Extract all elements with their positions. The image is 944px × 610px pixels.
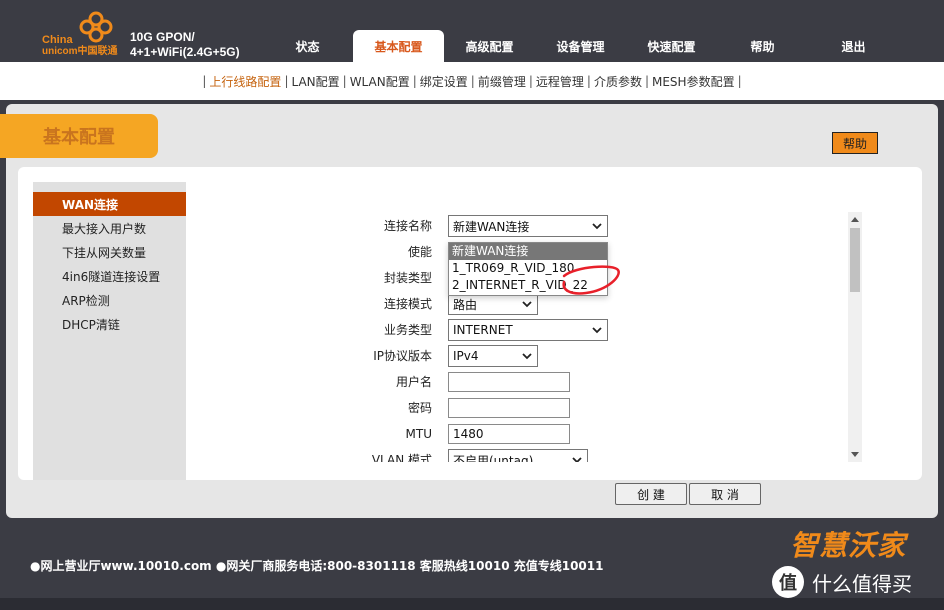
connection-name-dropdown-list: 新建WAN连接 1_TR069_R_VID_180 2_INTERNET_R_V… [448, 242, 608, 296]
service-type-select[interactable]: INTERNET [448, 319, 608, 341]
username-input[interactable] [448, 372, 570, 392]
bottom-strip [0, 598, 944, 610]
menu-4in6-tunnel[interactable]: 4in6隧道连接设置 [33, 264, 186, 288]
row-ip-version: IP协议版本 IPv4 [190, 345, 846, 367]
chevron-down-icon [572, 457, 582, 462]
nav-basic-config[interactable]: 基本配置 [353, 30, 444, 62]
mtu-input[interactable]: 1480 [448, 424, 570, 444]
device-model: 10G GPON/ 4+1+WiFi(2.4G+5G) [130, 30, 240, 60]
section-title: 基本配置 [0, 114, 158, 158]
scroll-thumb[interactable] [850, 228, 860, 292]
chevron-down-icon [592, 327, 602, 334]
china-unicom-logo: China unicom中国联通 [40, 8, 126, 58]
header: China unicom中国联通 10G GPON/ 4+1+WiFi(2.4G… [0, 0, 944, 62]
row-mtu: MTU 1480 [190, 423, 846, 445]
watermark-smart-home: 智慧沃家 [790, 529, 907, 562]
brand-name: unicom中国联通 [42, 46, 118, 57]
label-enable: 使能 [407, 245, 432, 259]
nav-advanced-config[interactable]: 高级配置 [444, 30, 535, 62]
subnav-mesh-params[interactable]: MESH参数配置 [652, 73, 735, 90]
dropdown-option-tr069[interactable]: 1_TR069_R_VID_180 [449, 260, 607, 277]
nav-help[interactable]: 帮助 [717, 30, 808, 62]
footer-info: ●网上营业厅www.10010.com ●网关厂商服务电话:800-830111… [30, 559, 604, 573]
scroll-up-arrow-icon[interactable] [848, 212, 862, 226]
vlan-mode-value: 不启用(untag) [453, 453, 534, 463]
chevron-down-icon [592, 223, 602, 230]
subnav-prefix-management[interactable]: 前缀管理 [478, 73, 526, 90]
unicom-knot-icon [79, 11, 113, 43]
create-button[interactable]: 创 建 [615, 483, 687, 505]
dropdown-option-new[interactable]: 新建WAN连接 [449, 243, 607, 260]
brand-english: China [42, 34, 73, 46]
label-connection-name: 连接名称 [383, 219, 432, 233]
row-password: 密码 [190, 397, 846, 419]
scroll-down-arrow-icon[interactable] [848, 448, 862, 462]
smzdm-logo-icon: 值 [772, 566, 804, 598]
model-line-1: 10G GPON/ [130, 30, 195, 44]
menu-max-users[interactable]: 最大接入用户数 [33, 216, 186, 240]
row-service-type: 业务类型 INTERNET [190, 319, 846, 341]
menu-arp-detect[interactable]: ARP检测 [33, 288, 186, 312]
connection-mode-select[interactable]: 路由 [448, 293, 538, 315]
dropdown-option-internet[interactable]: 2_INTERNET_R_VID_22 [449, 277, 607, 294]
label-service-type: 业务类型 [383, 323, 432, 337]
ip-version-select[interactable]: IPv4 [448, 345, 538, 367]
subnav-uplink-config[interactable]: 上行线路配置 [209, 73, 281, 90]
left-menu: WAN连接 最大接入用户数 下挂从网关数量 4in6隧道连接设置 ARP检测 D… [33, 182, 186, 480]
service-type-value: INTERNET [453, 323, 513, 337]
label-encapsulation: 封装类型 [383, 271, 432, 285]
model-line-2: 4+1+WiFi(2.4G+5G) [130, 45, 240, 59]
cancel-button[interactable]: 取 消 [689, 483, 761, 505]
nav-logout[interactable]: 退出 [808, 30, 899, 62]
subnav-wlan-config[interactable]: WLAN配置 [350, 73, 410, 90]
subnav-remote-management[interactable]: 远程管理 [536, 73, 584, 90]
label-vlan-mode: VLAN 模式 [371, 453, 432, 462]
chevron-down-icon [522, 301, 532, 308]
menu-dhcp-clear[interactable]: DHCP清链 [33, 312, 186, 336]
nav-device-management[interactable]: 设备管理 [535, 30, 626, 62]
row-connection-name: 连接名称 新建WAN连接 [190, 215, 846, 237]
top-nav: 状态 基本配置 高级配置 设备管理 快速配置 帮助 退出 [262, 30, 899, 62]
subnav-media-params[interactable]: 介质参数 [594, 73, 642, 90]
label-connection-mode: 连接模式 [383, 297, 432, 311]
vlan-mode-select[interactable]: 不启用(untag) [448, 449, 588, 462]
connection-name-select[interactable]: 新建WAN连接 [448, 215, 608, 237]
nav-status[interactable]: 状态 [262, 30, 353, 62]
subnav-binding[interactable]: 绑定设置 [420, 73, 468, 90]
row-vlan-mode: VLAN 模式 不启用(untag) [190, 449, 846, 462]
ip-version-value: IPv4 [453, 349, 479, 363]
subnav-lan-config[interactable]: LAN配置 [291, 73, 339, 90]
label-username: 用户名 [395, 375, 432, 389]
nav-quick-config[interactable]: 快速配置 [626, 30, 717, 62]
row-connection-mode: 连接模式 路由 [190, 293, 846, 315]
chevron-down-icon [522, 353, 532, 360]
label-password: 密码 [407, 401, 432, 415]
label-mtu: MTU [405, 427, 432, 441]
menu-wan-connection[interactable]: WAN连接 [33, 192, 186, 216]
row-username: 用户名 [190, 371, 846, 393]
connection-mode-value: 路由 [453, 297, 478, 312]
help-button[interactable]: 帮助 [832, 132, 878, 154]
label-ip-version: IP协议版本 [373, 349, 432, 363]
connection-name-value: 新建WAN连接 [453, 219, 530, 234]
password-input[interactable] [448, 398, 570, 418]
watermark-smzdm: 什么值得买 [812, 572, 912, 596]
menu-sub-gateway-count[interactable]: 下挂从网关数量 [33, 240, 186, 264]
sub-nav: | 上行线路配置 | LAN配置 | WLAN配置 | 绑定设置 | 前缀管理 … [0, 62, 944, 100]
form-scrollbar[interactable] [848, 212, 862, 462]
